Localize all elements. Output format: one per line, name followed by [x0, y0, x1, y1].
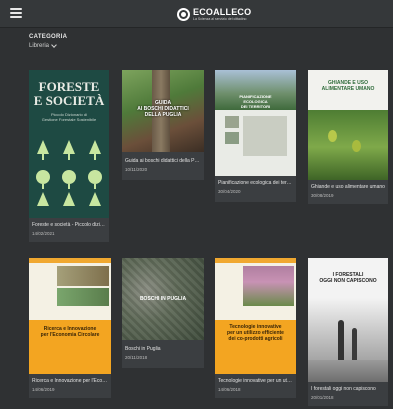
book-date: 20/11/2018 [125, 355, 148, 360]
book-caption: I forestali oggi non capiscono 20/01/201… [308, 382, 388, 406]
book-card[interactable]: BOSCHI IN PUGLIA Boschi in Puglia 20/11/… [122, 258, 204, 368]
book-caption: Tecnologie innovative per un utilizzo ef… [215, 374, 296, 398]
book-date: 14/02/2021 [32, 231, 55, 236]
book-caption: Pianificazione ecologica dei territori 3… [215, 176, 296, 202]
book-card[interactable]: Tecnologie innovative per un utilizzo ef… [215, 258, 296, 398]
book-cover: BOSCHI IN PUGLIA [122, 258, 204, 340]
book-caption: Ghiande e uso alimentare umano 30/08/201… [308, 180, 388, 204]
logo-mark-icon [177, 7, 190, 21]
category-selected: Libreria [29, 43, 50, 49]
category-dropdown[interactable]: Libreria [29, 42, 57, 49]
book-date: 10/11/2020 [125, 167, 148, 172]
book-caption: Guida ai boschi didattici della Puglia 1… [122, 152, 204, 180]
book-title: Guida ai boschi didattici della Puglia [125, 158, 201, 164]
book-card[interactable]: Ricerca e Innovazione per l'Economia Cir… [29, 258, 111, 398]
book-title: Tecnologie innovative per un utilizzo ef… [218, 378, 293, 384]
hamburger-menu-icon[interactable] [10, 8, 22, 18]
book-cover: Ricerca e Innovazione per l'Economia Cir… [29, 258, 111, 374]
cover-title: E SOCIETÀ [33, 93, 105, 108]
cover-subtitle: Gestione Forestale Sostenibile [41, 117, 97, 122]
chevron-down-icon [51, 42, 57, 48]
book-date: 14/06/2019 [32, 387, 55, 392]
book-title: Foreste e società - Piccolo dizionario [32, 222, 106, 228]
cover-title: per l'Economia Circolare [40, 332, 100, 338]
book-card[interactable]: FORESTE E SOCIETÀ Piccolo Dizionario di … [29, 70, 109, 242]
book-card[interactable]: I FORESTALI OGGI NON CAPISCONO I foresta… [308, 258, 388, 406]
category-title: CATEGORIA [29, 34, 68, 40]
book-date: 30/08/2019 [311, 193, 334, 198]
logo[interactable]: ECOALLECO La Scienza al servizio del cit… [177, 5, 251, 23]
cover-title: ALIMENTARE UMANO [321, 86, 375, 92]
book-cover: I FORESTALI OGGI NON CAPISCONO [308, 258, 388, 382]
book-date: 20/01/2018 [311, 395, 334, 400]
book-cover: FORESTE E SOCIETÀ Piccolo Dizionario di … [29, 70, 109, 218]
book-card[interactable]: GHIANDE E USO ALIMENTARE UMANO Ghiande e… [308, 70, 388, 204]
logo-text: ECOALLECO [193, 6, 252, 17]
cover-title: FORESTE [38, 79, 100, 94]
book-card[interactable]: PIANIFICAZIONE ECOLOGICA DEI TERRITORI P… [215, 70, 296, 202]
cover-title: BOSCHI IN PUGLIA [139, 296, 187, 302]
book-title: Ricerca e Innovazione per l'Economia Cir… [32, 378, 108, 384]
cover-title: OGGI NON CAPISCONO [319, 278, 377, 284]
top-bar: ECOALLECO La Scienza al servizio del cit… [0, 0, 393, 28]
book-title: Boschi in Puglia [125, 346, 161, 352]
book-card[interactable]: GUIDA AI BOSCHI DIDATTICI DELLA PUGLIA G… [122, 70, 204, 180]
book-caption: Boschi in Puglia 20/11/2018 [122, 340, 204, 368]
book-cover: GHIANDE E USO ALIMENTARE UMANO [308, 70, 388, 180]
book-title: Ghiande e uso alimentare umano [311, 184, 385, 190]
book-title: I forestali oggi non capiscono [311, 386, 376, 392]
book-cover: Tecnologie innovative per un utilizzo ef… [215, 258, 296, 374]
logo-subtitle: La Scienza al servizio del cittadino [193, 16, 247, 21]
book-title: Pianificazione ecologica dei territori [218, 180, 293, 186]
cover-title: dei co-prodotti agricoli [228, 336, 283, 342]
cover-title: DELLA PUGLIA [144, 112, 182, 118]
book-caption: Ricerca e Innovazione per l'Economia Cir… [29, 374, 111, 398]
cover-title: DEI TERRITORI [240, 104, 271, 109]
tree-pattern-icon [36, 140, 102, 206]
book-date: 30/04/2020 [218, 189, 241, 194]
book-caption: Foreste e società - Piccolo dizionario 1… [29, 218, 109, 242]
book-cover: PIANIFICAZIONE ECOLOGICA DEI TERRITORI [215, 70, 296, 176]
book-date: 14/06/2018 [218, 387, 241, 392]
book-cover: GUIDA AI BOSCHI DIDATTICI DELLA PUGLIA [122, 70, 204, 152]
